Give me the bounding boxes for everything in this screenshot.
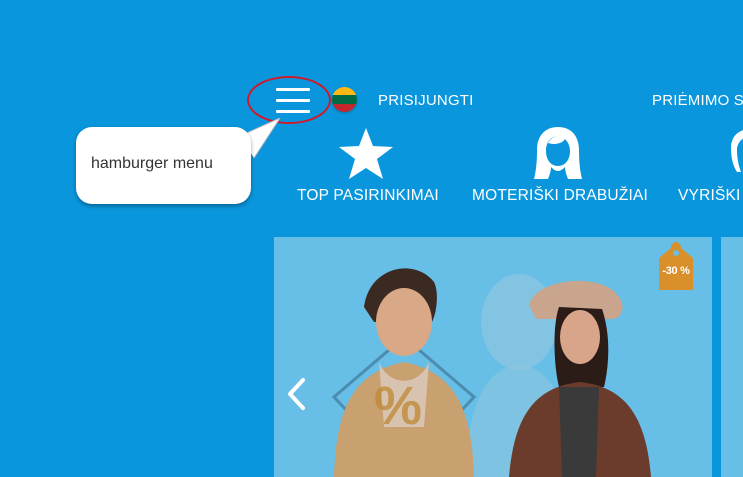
hero-banner[interactable]: % [274, 237, 712, 477]
nav-label-mens-clothing: VYRIŠKI D [678, 187, 743, 204]
acceptance-link[interactable]: PRIĖMIMO S [652, 92, 743, 109]
lithuania-flag-icon[interactable] [332, 87, 357, 112]
next-banner-slide [721, 237, 743, 477]
highlight-ring [247, 76, 331, 124]
discount-tag-label: -30 % [662, 265, 690, 277]
nav-label-womens-clothing: MOTERIŠKI DRABUŽIAI [472, 187, 649, 204]
callout-text: hamburger menu [91, 155, 213, 172]
chevron-left-icon[interactable] [285, 376, 307, 412]
top-bar: PRISIJUNGTI PRIĖMIMO S hamburger menu TO… [0, 0, 743, 232]
banner-illustration [331, 268, 651, 477]
woman-head-icon [534, 127, 582, 179]
man-head-icon [731, 130, 743, 172]
banner-percent-symbol: % [374, 376, 423, 436]
nav-label-top-picks: TOP PASIRINKIMAI [297, 187, 439, 204]
star-icon [339, 128, 393, 179]
login-link[interactable]: PRISIJUNGTI [378, 92, 474, 109]
